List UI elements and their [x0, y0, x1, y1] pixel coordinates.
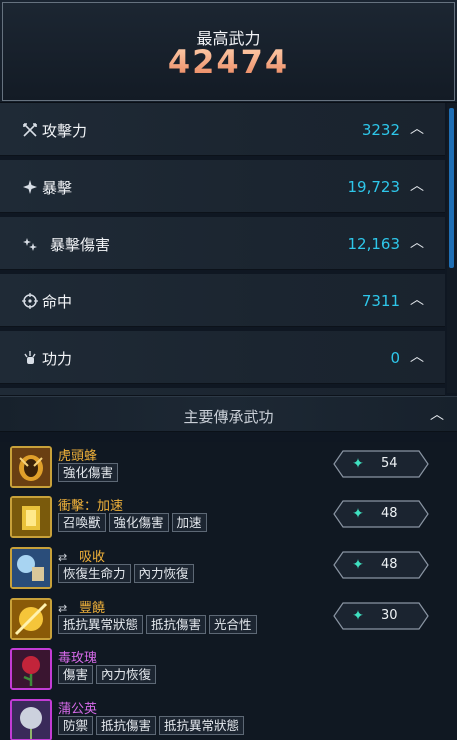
skill-tag: 抵抗異常狀態 — [159, 716, 245, 735]
stat-row-accuracy[interactable]: 命中 7311 ︿ — [0, 274, 445, 327]
crosshair-icon — [22, 293, 38, 309]
skill-tag: 強化傷害 — [58, 463, 119, 482]
skill-name-text: 豐饒 — [79, 601, 106, 616]
crossed-swords-icon — [22, 122, 38, 138]
skill-tags: 恢復生命力 內力恢復 — [58, 564, 194, 583]
heritage-level-icon: ✦ — [352, 608, 364, 624]
stat-label: 攻擊力 — [42, 122, 88, 140]
skill-row[interactable]: 蒲公英 防禦 抵抗傷害 抵抗異常狀態 — [0, 695, 457, 740]
stat-label: 功力 — [42, 350, 73, 368]
hornet-skill-icon — [10, 446, 52, 488]
skill-row[interactable]: ⇄ 豐饒 抵抗異常狀態 抵抗傷害 光合性 ✦ 30 — [0, 594, 457, 645]
skill-tags: 抵抗異常狀態 抵抗傷害 光合性 — [58, 615, 257, 634]
stat-row-power[interactable]: 功力 0 ︿ — [0, 331, 445, 384]
stat-label: 暴擊 — [42, 179, 73, 197]
skill-name: 虎頭蜂 — [58, 449, 98, 464]
skill-tag: 防禦 — [58, 716, 94, 735]
skill-level-badge: ✦ 48 — [333, 500, 429, 528]
stat-value: 12,163 — [347, 235, 401, 253]
impact-haste-skill-icon — [10, 496, 52, 538]
stat-label: 暴擊傷害 — [50, 236, 111, 254]
stat-row-partial — [0, 388, 445, 396]
heritage-level-icon: ✦ — [352, 557, 364, 573]
chevron-up-icon[interactable]: ︿ — [407, 347, 427, 367]
stat-row-critical-damage[interactable]: 暴擊傷害 12,163 ︿ — [0, 217, 445, 270]
skill-level: 48 — [381, 557, 398, 572]
skill-row[interactable]: 虎頭蜂 強化傷害 ✦ 54 — [0, 442, 457, 493]
skill-tag: 召喚獸 — [58, 513, 106, 532]
skill-level: 54 — [381, 456, 398, 471]
skill-tag: 恢復生命力 — [58, 564, 131, 583]
swap-icon: ⇄ — [58, 602, 68, 615]
stat-row-attack[interactable]: 攻擊力 3232 ︿ — [0, 103, 445, 156]
heritage-level-icon: ✦ — [352, 506, 364, 522]
skill-level: 30 — [381, 608, 398, 623]
skill-tag: 抵抗傷害 — [96, 716, 157, 735]
max-power-panel: 最高武力 42474 — [0, 0, 457, 103]
abundance-skill-icon — [10, 598, 52, 640]
skill-level: 48 — [381, 506, 398, 521]
skill-tag: 傷害 — [58, 665, 94, 684]
skill-name: 衝擊：加速 — [58, 499, 124, 514]
fist-aura-icon — [22, 350, 38, 366]
skills-section-header[interactable]: 主要傳承武功 ︿ — [0, 396, 457, 432]
skill-name: 蒲公英 — [58, 702, 98, 717]
skill-tags: 防禦 抵抗傷害 抵抗異常狀態 — [58, 716, 245, 735]
absorb-skill-icon — [10, 547, 52, 589]
stat-label: 命中 — [42, 293, 73, 311]
skill-tag: 光合性 — [209, 615, 257, 634]
skill-tag: 內力恢復 — [133, 564, 194, 583]
stat-row-critical[interactable]: 暴擊 19,723 ︿ — [0, 160, 445, 213]
chevron-up-icon[interactable]: ︿ — [407, 119, 427, 139]
skill-row[interactable]: 衝擊：加速 召喚獸 強化傷害 加速 ✦ 48 — [0, 492, 457, 543]
chevron-up-icon[interactable]: ︿ — [427, 405, 447, 425]
skill-tag: 加速 — [171, 513, 207, 532]
skill-tags: 召喚獸 強化傷害 加速 — [58, 513, 207, 532]
skill-tag: 內力恢復 — [96, 665, 157, 684]
swap-icon: ⇄ — [58, 551, 68, 564]
poison-rose-skill-icon — [10, 648, 52, 690]
stats-scrollbar-thumb[interactable] — [449, 108, 454, 268]
burst-icon — [22, 179, 38, 195]
max-power-value: 42474 — [0, 43, 457, 81]
skill-tags: 強化傷害 — [58, 463, 119, 482]
skill-row[interactable]: 毒玫瑰 傷害 內力恢復 — [0, 644, 457, 695]
skill-tag: 抵抗異常狀態 — [58, 615, 144, 634]
stat-value: 3232 — [361, 121, 400, 139]
skill-row[interactable]: ⇄ 吸收 恢復生命力 內力恢復 ✦ 48 — [0, 543, 457, 594]
dandelion-skill-icon — [10, 699, 52, 740]
stat-value: 7311 — [361, 292, 400, 310]
spark-cluster-icon — [22, 236, 38, 252]
skill-tags: 傷害 內力恢復 — [58, 665, 157, 684]
skill-level-badge: ✦ 30 — [333, 602, 429, 630]
skill-level-badge: ✦ 48 — [333, 551, 429, 579]
stat-value: 0 — [390, 349, 400, 367]
skill-name: ⇄ 豐饒 — [58, 597, 105, 616]
chevron-up-icon[interactable]: ︿ — [407, 290, 427, 310]
skill-tag: 抵抗傷害 — [146, 615, 207, 634]
skill-name: ⇄ 吸收 — [58, 546, 105, 565]
skill-name: 毒玫瑰 — [58, 651, 98, 666]
skills-section-title: 主要傳承武功 — [183, 408, 274, 426]
chevron-up-icon[interactable]: ︿ — [407, 233, 427, 253]
skill-tag: 強化傷害 — [108, 513, 169, 532]
skill-level-badge: ✦ 54 — [333, 450, 429, 478]
skill-name-text: 吸收 — [79, 550, 106, 565]
chevron-up-icon[interactable]: ︿ — [407, 176, 427, 196]
heritage-level-icon: ✦ — [352, 456, 364, 472]
stat-value: 19,723 — [347, 178, 401, 196]
